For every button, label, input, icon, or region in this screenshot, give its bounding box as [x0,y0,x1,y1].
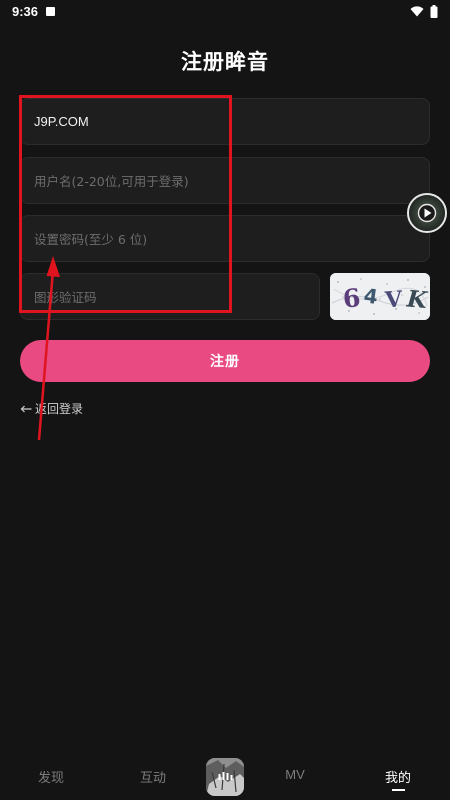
captcha-char-1: 6 [341,283,361,314]
password-placeholder: 设置密码(至少 6 位) [34,232,148,247]
nav-label-discover: 发现 [37,771,64,786]
register-label: 注册 [210,354,240,370]
nav-item-mv[interactable]: MV [260,767,330,782]
page-title: 注册眸音 [181,50,269,74]
battery-icon [430,4,438,18]
nav-label-mv: MV [285,767,305,782]
password-field[interactable]: 设置密码(至少 6 位) [20,215,430,262]
captcha-field[interactable]: 图形验证码 [20,273,320,320]
play-icon [409,195,445,231]
now-playing-cover-button[interactable] [206,758,244,796]
captcha-char-4: K [405,285,429,314]
back-to-login-link[interactable]: 返回登录 [20,400,83,417]
status-icons [410,4,438,18]
captcha-placeholder: 图形验证码 [34,290,97,305]
wifi-icon [410,5,424,17]
username-value: J9P.COM [34,114,89,129]
arrow-left-icon [20,402,32,416]
floating-player-button[interactable] [407,193,447,233]
username-field[interactable]: J9P.COM [20,98,430,145]
nav-active-indicator [392,789,405,791]
back-to-login-label: 返回登录 [35,402,84,416]
status-time: 9:36 [12,3,39,19]
status-bar: 9:36 [0,0,450,22]
captcha-graphic: 6 4 V K [330,273,430,320]
nav-item-mine[interactable]: 我的 [363,767,433,786]
captcha-image[interactable]: 6 4 V K [330,273,430,320]
album-cover-icon [206,758,244,796]
name-placeholder: 用户名(2-20位,可用于登录) [34,174,189,189]
captcha-char-3: V [383,286,404,313]
notification-square-icon [46,6,56,16]
nav-label-interact: 互动 [139,771,166,786]
name-field[interactable]: 用户名(2-20位,可用于登录) [20,157,430,204]
register-button[interactable]: 注册 [20,340,430,382]
nav-label-mine: 我的 [384,771,411,786]
nav-item-discover[interactable]: 发现 [16,767,86,786]
nav-item-interact[interactable]: 互动 [118,767,188,786]
